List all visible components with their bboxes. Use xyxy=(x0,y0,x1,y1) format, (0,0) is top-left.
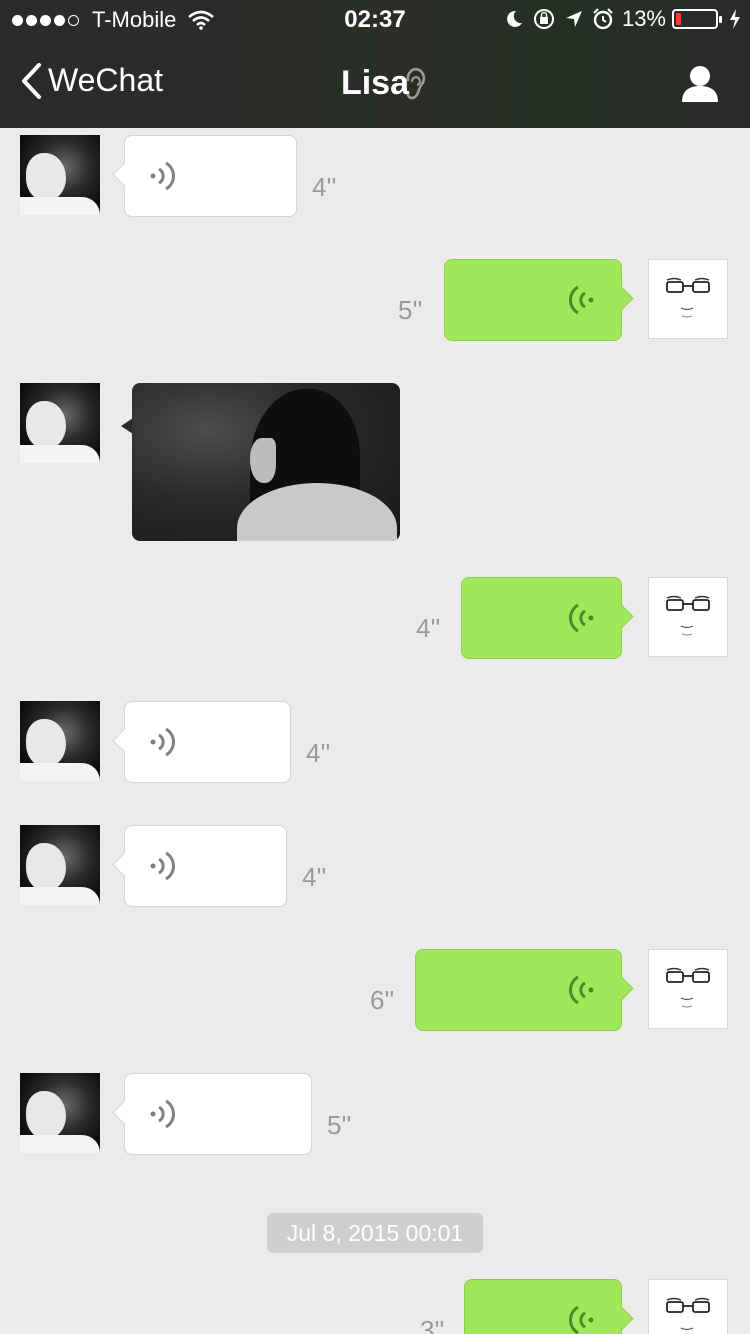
my-avatar[interactable] xyxy=(648,577,728,657)
voice-duration: 3'' xyxy=(420,1315,445,1334)
face-sketch-icon xyxy=(666,277,710,318)
rotation-lock-icon xyxy=(533,9,554,29)
location-icon xyxy=(565,11,582,27)
face-sketch-icon xyxy=(666,595,710,636)
date-timestamp: Jul 8, 2015 00:01 xyxy=(267,1213,483,1253)
voice-message-bubble[interactable] xyxy=(124,825,287,907)
voice-wave-icon xyxy=(150,1099,176,1129)
voice-message-bubble[interactable] xyxy=(124,701,291,783)
voice-message-bubble[interactable] xyxy=(444,259,622,341)
voice-duration: 5'' xyxy=(327,1110,352,1140)
contact-avatar[interactable] xyxy=(20,135,100,215)
contact-avatar[interactable] xyxy=(20,701,100,781)
chat-title: Lisa xyxy=(340,64,410,102)
voice-duration: 6'' xyxy=(370,985,395,1015)
chat-area[interactable]: 4'' 5'' 4'' 4'' 4'' 6'' 5'' Jul 8, 2015 … xyxy=(0,128,750,1334)
face-sketch-icon xyxy=(666,967,710,1008)
status-bar: T-Mobile 02:37 13% xyxy=(0,0,750,40)
top-bar: T-Mobile 02:37 13% WeChat Lisa xyxy=(0,0,750,128)
voice-wave-icon xyxy=(568,285,594,315)
battery-fill xyxy=(676,13,681,25)
alarm-icon xyxy=(593,8,613,30)
face-sketch-icon xyxy=(666,1297,710,1331)
profile-icon[interactable] xyxy=(680,64,720,104)
battery-percent: 13% xyxy=(621,6,666,31)
image-message[interactable] xyxy=(132,383,400,541)
voice-duration: 4'' xyxy=(312,172,337,202)
contact-avatar[interactable] xyxy=(20,1073,100,1153)
voice-message-bubble[interactable] xyxy=(124,135,297,217)
contact-avatar[interactable] xyxy=(20,825,100,905)
voice-message-bubble[interactable] xyxy=(461,577,622,659)
my-avatar[interactable] xyxy=(648,949,728,1029)
my-avatar[interactable] xyxy=(648,1279,728,1334)
charging-bolt-icon xyxy=(730,9,740,29)
moon-icon xyxy=(507,10,522,27)
ear-icon xyxy=(406,68,426,100)
contact-avatar[interactable] xyxy=(20,383,100,463)
voice-wave-icon xyxy=(568,1305,594,1334)
voice-wave-icon xyxy=(568,975,594,1005)
my-avatar[interactable] xyxy=(648,259,728,339)
voice-message-bubble[interactable] xyxy=(464,1279,622,1334)
voice-wave-icon xyxy=(150,161,176,191)
voice-message-bubble[interactable] xyxy=(415,949,622,1031)
voice-wave-icon xyxy=(568,603,594,633)
voice-wave-icon xyxy=(150,727,176,757)
voice-duration: 4'' xyxy=(416,613,441,643)
navigation-bar: WeChat Lisa xyxy=(0,40,750,128)
voice-wave-icon xyxy=(150,851,176,881)
status-right: 13% xyxy=(504,6,742,32)
voice-duration: 5'' xyxy=(398,295,423,325)
voice-duration: 4'' xyxy=(306,738,331,768)
voice-message-bubble[interactable] xyxy=(124,1073,312,1155)
battery-icon xyxy=(672,9,722,29)
voice-duration: 4'' xyxy=(302,862,327,892)
